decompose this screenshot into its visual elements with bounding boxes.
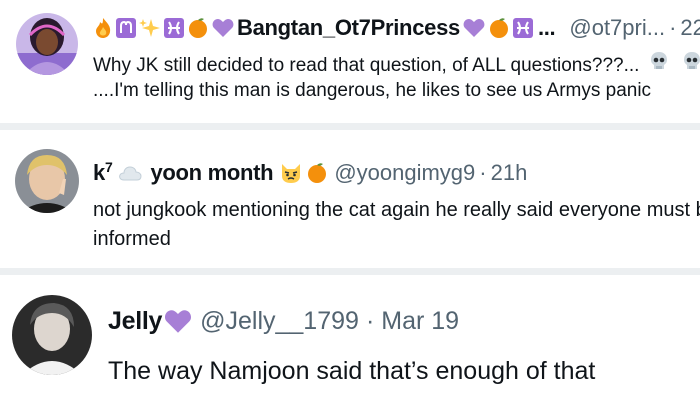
timestamp[interactable]: 22h — [680, 15, 700, 41]
tweet-divider — [0, 268, 700, 275]
tweet-3[interactable]: Jelly @Jelly__1799 · Mar 19 The way Namj… — [0, 275, 700, 400]
handle[interactable]: @ot7pri... — [569, 15, 665, 41]
pisces-icon — [164, 18, 184, 38]
separator-dot: · — [365, 306, 375, 335]
display-name[interactable]: Bangtan_Ot7Princess — [237, 15, 460, 41]
skull-icon — [649, 51, 669, 71]
tweet-text: Why JK still decided to read that questi… — [93, 51, 700, 103]
timestamp[interactable]: Mar 19 — [381, 307, 459, 336]
pouting-cat-icon — [279, 162, 303, 184]
sparkles-icon — [139, 17, 161, 39]
tweet-text-line-2: informed — [93, 228, 171, 250]
orange-icon — [187, 17, 209, 39]
separator-dot: · — [669, 15, 677, 40]
handle[interactable]: @Jelly__1799 — [200, 307, 359, 336]
avatar[interactable] — [15, 149, 79, 213]
name-ellipsis: ... — [537, 15, 556, 40]
avatar[interactable] — [12, 295, 92, 375]
purple-heart-icon — [164, 309, 192, 334]
fire-icon — [93, 17, 113, 39]
separator-dot: · — [479, 160, 487, 185]
tweet-text-line: Why JK still decided to read that questi… — [93, 51, 700, 78]
orange-icon — [488, 17, 510, 39]
tweet-text: The way Namjoon said that’s enough of th… — [108, 355, 688, 388]
display-name[interactable]: yoon month — [150, 160, 273, 186]
cloud-icon — [118, 164, 142, 182]
tweet-text: not jungkook mentioning the cat again he… — [93, 196, 700, 254]
display-name-prefix[interactable]: k — [93, 160, 105, 186]
display-name-superscript: 7 — [104, 159, 113, 175]
timestamp[interactable]: 21h — [491, 160, 528, 186]
avatar[interactable] — [16, 13, 78, 75]
aries-icon — [116, 18, 136, 38]
pisces-icon — [512, 18, 533, 38]
tweet-header: Jelly @Jelly__1799 · Mar 19 — [108, 303, 459, 339]
tweet-2[interactable]: k 7 yoon month @yoongimyg9 · 21h not jun… — [0, 130, 700, 268]
tweet-text-line-1: Why JK still decided to read that questi… — [93, 55, 640, 76]
tweet-1[interactable]: Bangtan_Ot7Princess ... @ot7pri... · 22h… — [0, 0, 700, 123]
tweet-header: Bangtan_Ot7Princess ... @ot7pri... · 22h — [93, 12, 700, 44]
tweet-text-line-1: The way Namjoon said that’s enough of th… — [108, 357, 596, 385]
purple-heart-icon — [463, 18, 485, 38]
skull-icon — [682, 51, 700, 71]
orange-icon — [306, 162, 328, 184]
tweet-text-line-2: ....I'm telling this man is dangerous, h… — [93, 80, 652, 102]
handle[interactable]: @yoongimyg9 — [334, 160, 475, 186]
tweet-divider — [0, 123, 700, 130]
tweet-text-line-1: not jungkook mentioning the cat again he… — [93, 199, 700, 221]
display-name[interactable]: Jelly — [108, 307, 162, 336]
purple-heart-icon — [212, 18, 234, 38]
tweet-header: k 7 yoon month @yoongimyg9 · 21h — [93, 158, 527, 188]
